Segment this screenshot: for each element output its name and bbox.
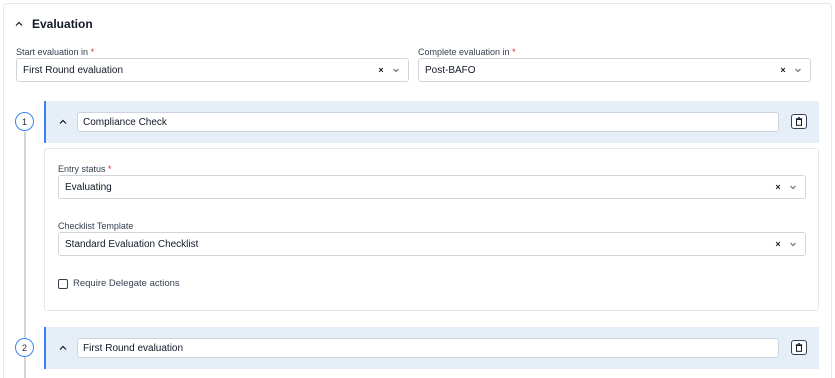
chevron-up-icon[interactable]: [58, 343, 68, 353]
chevron-up-icon: [15, 21, 23, 26]
evaluation-section-header[interactable]: Evaluation: [14, 16, 93, 32]
required-mark: *: [512, 47, 516, 57]
complete-evaluation-label: Complete evaluation in *: [418, 47, 516, 57]
checklist-template-value: Standard Evaluation Checklist: [65, 238, 199, 250]
chevron-down-icon[interactable]: [789, 240, 797, 248]
step-header: First Round evaluation: [44, 327, 819, 369]
delete-step-button[interactable]: [791, 340, 807, 355]
clear-icon[interactable]: ×: [773, 182, 783, 192]
chevron-down-icon[interactable]: [392, 66, 400, 74]
require-delegate-checkbox[interactable]: [58, 278, 68, 289]
chevron-down-icon[interactable]: [794, 66, 802, 74]
step-number-badge: 2: [15, 338, 34, 357]
trash-icon: [795, 343, 803, 352]
entry-status-select[interactable]: Evaluating ×: [58, 175, 806, 199]
chevron-down-icon[interactable]: [789, 183, 797, 191]
clear-icon[interactable]: ×: [376, 65, 386, 75]
clear-icon[interactable]: ×: [778, 65, 788, 75]
complete-evaluation-value: Post-BAFO: [425, 64, 476, 76]
timeline-line: [24, 357, 26, 378]
start-evaluation-select[interactable]: First Round evaluation ×: [16, 58, 409, 82]
start-evaluation-value: First Round evaluation: [23, 64, 124, 76]
clear-icon[interactable]: ×: [773, 239, 783, 249]
step-title-input[interactable]: Compliance Check: [77, 112, 779, 132]
step-header: Compliance Check: [44, 101, 819, 143]
delete-step-button[interactable]: [791, 114, 807, 129]
start-evaluation-label: Start evaluation in *: [16, 47, 95, 57]
checklist-template-select[interactable]: Standard Evaluation Checklist ×: [58, 232, 806, 256]
entry-status-value: Evaluating: [65, 181, 112, 193]
step-number-badge: 1: [15, 112, 34, 131]
timeline-line: [24, 132, 26, 338]
required-mark: *: [90, 47, 95, 57]
checklist-template-label: Checklist Template: [58, 221, 134, 231]
complete-evaluation-select[interactable]: Post-BAFO ×: [418, 58, 811, 82]
entry-status-label: Entry status *: [58, 164, 112, 174]
required-mark: *: [108, 164, 112, 174]
trash-icon: [795, 117, 803, 126]
step-title-input[interactable]: First Round evaluation: [77, 338, 779, 358]
require-delegate-row: Require Delegate actions: [58, 278, 180, 289]
require-delegate-label: Require Delegate actions: [73, 278, 180, 289]
chevron-up-icon[interactable]: [58, 117, 68, 127]
section-title: Evaluation: [32, 17, 93, 31]
